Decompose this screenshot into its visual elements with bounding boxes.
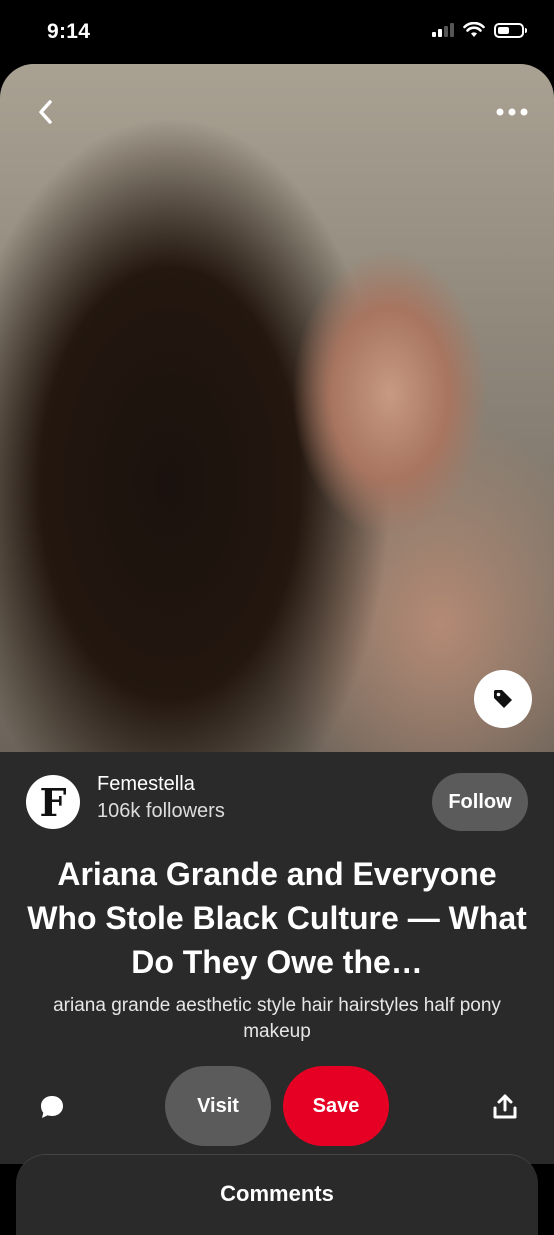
comments-sheet[interactable]: Comments xyxy=(16,1154,538,1235)
pin-description: ariana grande aesthetic style hair hairs… xyxy=(53,995,501,1042)
share-icon xyxy=(493,1094,517,1119)
share-button[interactable] xyxy=(490,1092,520,1122)
comments-label: Comments xyxy=(220,1181,334,1206)
ellipsis-icon xyxy=(496,108,528,116)
wifi-icon xyxy=(463,22,485,37)
tag-icon xyxy=(494,690,512,708)
save-button[interactable]: Save xyxy=(283,1066,389,1146)
creator-row: F Femestella 106k followers Follow xyxy=(26,769,528,835)
more-options-button[interactable] xyxy=(492,100,532,124)
pin-title: Ariana Grande and Everyone Who Stole Bla… xyxy=(27,856,527,980)
creator-name[interactable]: Femestella xyxy=(97,773,195,796)
comment-icon xyxy=(41,1096,63,1118)
back-button[interactable] xyxy=(28,94,64,130)
battery-level xyxy=(498,26,509,34)
battery-icon xyxy=(494,22,527,38)
shop-tag-button[interactable] xyxy=(474,670,532,728)
pin-card: F Femestella 106k followers Follow Arian… xyxy=(0,64,554,1164)
status-time: 9:14 xyxy=(47,20,91,43)
visit-button[interactable]: Visit xyxy=(165,1066,271,1146)
creator-followers: 106k followers xyxy=(97,800,225,822)
status-icons xyxy=(432,22,527,38)
status-bar: 9:14 xyxy=(0,0,554,64)
pin-image[interactable] xyxy=(0,64,554,752)
cellular-signal-icon xyxy=(432,23,454,37)
chevron-left-icon xyxy=(39,100,52,124)
creator-avatar[interactable]: F xyxy=(26,775,80,829)
comment-button[interactable] xyxy=(37,1092,67,1122)
follow-button[interactable]: Follow xyxy=(432,773,528,831)
